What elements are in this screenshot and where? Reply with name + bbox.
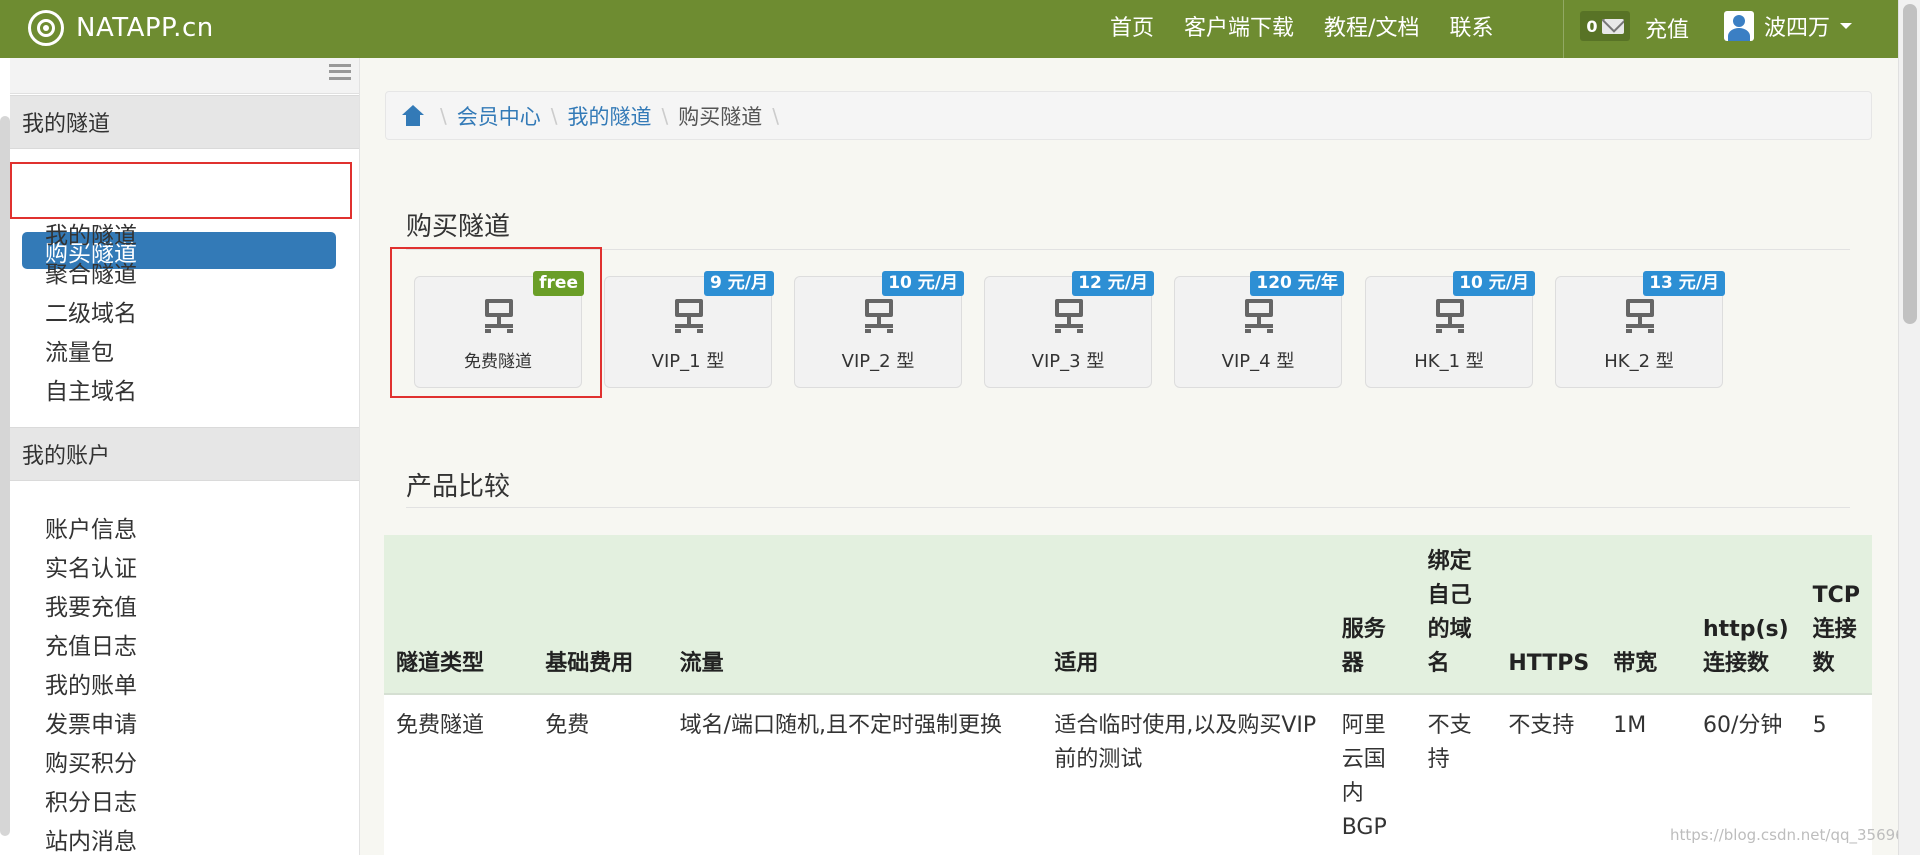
section-title-compare: 产品比较 xyxy=(406,472,511,502)
table-cell: 免费 xyxy=(533,694,668,855)
product-card-vip2[interactable]: 10 元/月 VIP_2 型 xyxy=(794,271,964,388)
sidebar-item-buy-points[interactable]: 购买积分 xyxy=(45,744,137,778)
terminal-icon xyxy=(675,299,703,333)
product-card-hk2[interactable]: 13 元/月 HK_2 型 xyxy=(1555,271,1725,388)
sidebar-item-invoice[interactable]: 发票申请 xyxy=(45,705,137,739)
card-label: VIP_4 型 xyxy=(1221,351,1295,372)
nav-home[interactable]: 首页 xyxy=(1110,10,1154,42)
breadcrumb-my-tunnels[interactable]: 我的隧道 xyxy=(568,101,652,131)
sidebar-item-my-tunnels[interactable]: 我的隧道 xyxy=(45,216,137,250)
column-header: 流量 xyxy=(667,535,1043,695)
sidebar-item-messages[interactable]: 站内消息 xyxy=(45,822,137,855)
brand[interactable]: NATAPP.cn xyxy=(28,8,214,48)
menu-collapse-icon[interactable] xyxy=(329,64,351,80)
sidebar-header-tunnels[interactable]: 我的隧道 xyxy=(10,95,359,149)
table-cell: 不支持 xyxy=(1496,694,1602,855)
caret-down-icon xyxy=(1840,23,1853,29)
comparison-table: 隧道类型 基础费用 流量 适用 服务器 绑定自己的域名 HTTPS 带宽 htt… xyxy=(384,535,1872,855)
home-icon[interactable] xyxy=(402,104,424,127)
sidebar-item-points-log[interactable]: 积分日志 xyxy=(45,783,137,817)
table-cell: 免费隧道 xyxy=(384,694,534,855)
column-header: 服务器 xyxy=(1329,535,1416,695)
messages-button[interactable]: 0 xyxy=(1580,11,1630,41)
section-title-buy: 购买隧道 xyxy=(406,212,511,242)
terminal-icon xyxy=(865,299,893,333)
page-scrollbar[interactable] xyxy=(1898,0,1920,855)
nav-docs[interactable]: 教程/文档 xyxy=(1324,10,1419,42)
table-cell: 适合临时使用,以及购买VIP前的测试 xyxy=(1042,694,1330,855)
highlight-box-sidebar xyxy=(10,162,352,219)
user-name: 波四万 xyxy=(1764,16,1831,41)
main-nav: 首页 客户端下载 教程/文档 联系 xyxy=(1110,0,1523,52)
nav-client-download[interactable]: 客户端下载 xyxy=(1184,10,1294,42)
terminal-icon xyxy=(1626,299,1654,333)
sidebar-item-traffic-pack[interactable]: 流量包 xyxy=(45,333,114,367)
watermark: https://blog.csdn.net/qq_35696548 xyxy=(1670,826,1920,844)
section-divider xyxy=(406,507,1850,508)
terminal-icon xyxy=(1055,299,1083,333)
column-header: TCP连接数 xyxy=(1800,535,1872,695)
breadcrumb: \ 会员中心 \ 我的隧道 \ 购买隧道 \ xyxy=(385,91,1872,140)
column-header: 带宽 xyxy=(1601,535,1692,695)
sidebar-item-subdomain[interactable]: 二级域名 xyxy=(45,294,137,328)
column-header: 绑定自己的域名 xyxy=(1415,535,1497,695)
card-label: VIP_2 型 xyxy=(841,351,915,372)
recharge-link[interactable]: 充值 xyxy=(1645,12,1689,44)
breadcrumb-separator: \ xyxy=(772,103,779,128)
price-badge: 9 元/月 xyxy=(704,271,774,296)
table-header-row: 隧道类型 基础费用 流量 适用 服务器 绑定自己的域名 HTTPS 带宽 htt… xyxy=(384,535,1872,695)
nav-divider xyxy=(1563,0,1564,58)
terminal-icon xyxy=(1245,299,1273,333)
highlight-box-free-card xyxy=(390,247,602,398)
breadcrumb-separator: \ xyxy=(661,103,669,128)
product-card-vip4[interactable]: 120 元/年 VIP_4 型 xyxy=(1174,271,1344,388)
column-header: 适用 xyxy=(1042,535,1330,695)
price-badge: 13 元/月 xyxy=(1643,271,1725,296)
brand-name: NATAPP.cn xyxy=(76,13,214,43)
product-card-vip3[interactable]: 12 元/月 VIP_3 型 xyxy=(984,271,1154,388)
product-card-vip1[interactable]: 9 元/月 VIP_1 型 xyxy=(604,271,774,388)
price-badge: 12 元/月 xyxy=(1072,271,1154,296)
section-divider xyxy=(406,249,1850,250)
sidebar-item-custom-domain[interactable]: 自主域名 xyxy=(45,372,137,406)
column-header: HTTPS xyxy=(1496,535,1602,695)
sidebar-item-recharge[interactable]: 我要充值 xyxy=(45,588,137,622)
product-card-hk1[interactable]: 10 元/月 HK_1 型 xyxy=(1365,271,1535,388)
terminal-icon xyxy=(1436,299,1464,333)
nav-contact[interactable]: 联系 xyxy=(1449,10,1493,42)
sidebar-toggle-bar xyxy=(10,58,359,94)
user-avatar-icon xyxy=(1724,11,1754,41)
breadcrumb-member-center[interactable]: 会员中心 xyxy=(457,101,541,131)
page-scrollbar-thumb[interactable] xyxy=(1903,4,1917,324)
price-badge: 120 元/年 xyxy=(1250,271,1344,296)
breadcrumb-current: 购买隧道 xyxy=(678,104,763,129)
envelope-icon xyxy=(1601,18,1624,34)
top-navbar: NATAPP.cn 首页 客户端下载 教程/文档 联系 0 充值 波四万 xyxy=(0,0,1898,58)
price-badge: 10 元/月 xyxy=(882,271,964,296)
card-label: VIP_1 型 xyxy=(651,351,725,372)
column-header: 基础费用 xyxy=(533,535,668,695)
message-count: 0 xyxy=(1586,16,1598,36)
sidebar-item-real-name[interactable]: 实名认证 xyxy=(45,549,137,583)
natapp-logo-icon xyxy=(28,10,64,46)
sidebar-item-account-info[interactable]: 账户信息 xyxy=(45,510,137,544)
user-menu[interactable]: 波四万 xyxy=(1724,10,1853,42)
breadcrumb-separator: \ xyxy=(440,103,447,128)
sidebar-item-recharge-log[interactable]: 充值日志 xyxy=(45,627,137,661)
sidebar-scrollbar[interactable] xyxy=(0,116,10,836)
card-label: HK_1 型 xyxy=(1414,351,1484,372)
card-label: VIP_3 型 xyxy=(1031,351,1105,372)
sidebar-header-account[interactable]: 我的账户 xyxy=(10,427,359,481)
table-cell: 不支持 xyxy=(1415,694,1497,855)
table-row: 免费隧道 免费 域名/端口随机,且不定时强制更换 适合临时使用,以及购买VIP前… xyxy=(384,694,1872,855)
card-label: HK_2 型 xyxy=(1604,351,1674,372)
sidebar-item-bills[interactable]: 我的账单 xyxy=(45,666,137,700)
sidebar-item-aggregate-tunnels[interactable]: 聚合隧道 xyxy=(45,255,137,289)
table-cell: 阿里云国内BGP xyxy=(1329,694,1416,855)
table-cell: 域名/端口随机,且不定时强制更换 xyxy=(667,694,1043,855)
column-header: 隧道类型 xyxy=(384,535,534,695)
price-badge: 10 元/月 xyxy=(1453,271,1535,296)
breadcrumb-separator: \ xyxy=(550,103,558,128)
column-header: http(s)连接数 xyxy=(1691,535,1801,695)
